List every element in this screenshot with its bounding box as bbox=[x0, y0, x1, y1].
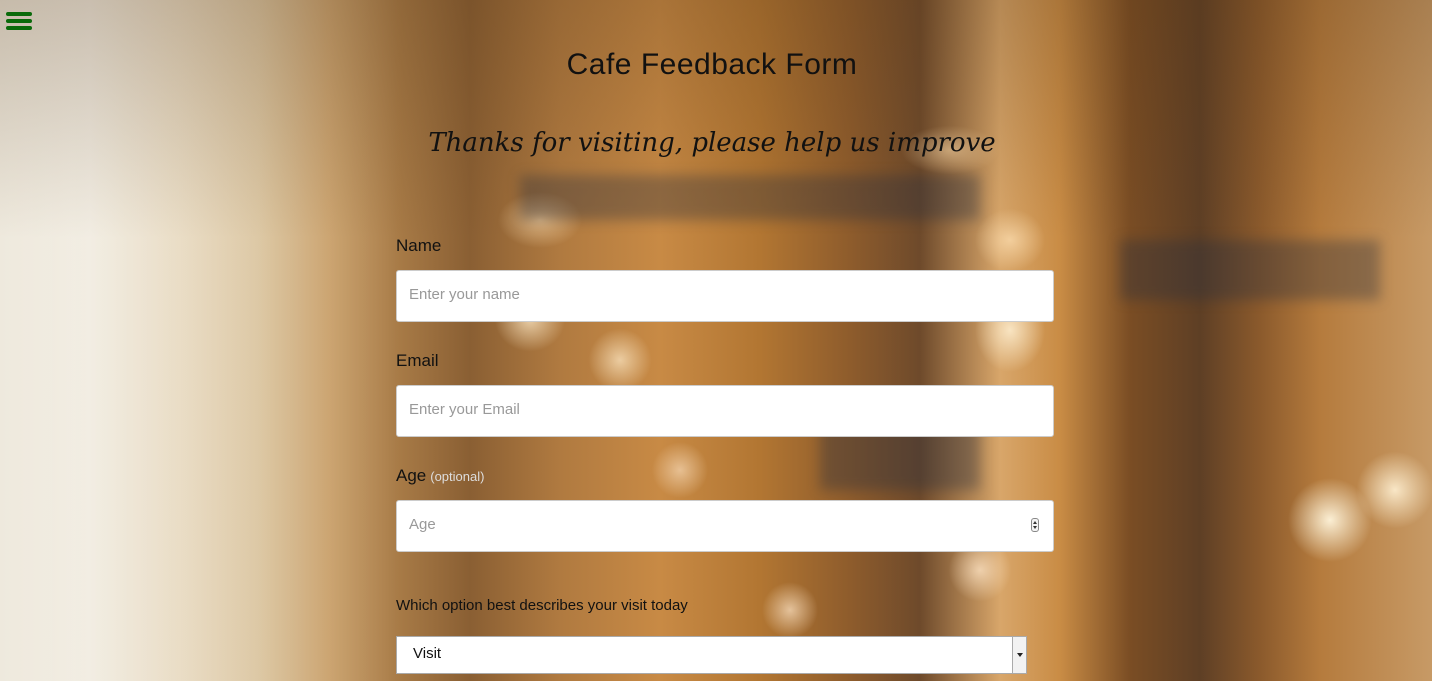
background-photo bbox=[0, 0, 1432, 681]
age-input[interactable]: Age bbox=[396, 500, 1054, 552]
page-title: Cafe Feedback Form bbox=[566, 48, 858, 81]
page-subtitle: Thanks for visiting, please help us impr… bbox=[428, 128, 996, 158]
age-label: Age bbox=[396, 466, 427, 485]
name-label: Name bbox=[396, 236, 442, 255]
optional-hint: (optional) bbox=[430, 469, 485, 484]
background-beam bbox=[1120, 240, 1380, 300]
hamburger-menu-icon[interactable] bbox=[6, 10, 34, 34]
visit-type-selected: Visit bbox=[413, 645, 442, 662]
visit-type-select[interactable]: Visit bbox=[396, 636, 1027, 674]
email-placeholder: Enter your Email bbox=[409, 401, 520, 418]
email-input[interactable]: Enter your Email bbox=[396, 385, 1054, 437]
name-placeholder: Enter your name bbox=[409, 286, 520, 303]
chevron-down-icon[interactable] bbox=[1012, 637, 1026, 673]
name-input[interactable]: Enter your name bbox=[396, 270, 1054, 322]
number-spinner-icon[interactable] bbox=[1031, 518, 1039, 532]
age-placeholder: Age bbox=[409, 516, 436, 533]
visit-question-label: Which option best describes your visit t… bbox=[396, 597, 688, 614]
email-label: Email bbox=[396, 351, 439, 370]
background-beam bbox=[520, 175, 980, 220]
age-label-row: Age (optional) bbox=[396, 466, 484, 486]
